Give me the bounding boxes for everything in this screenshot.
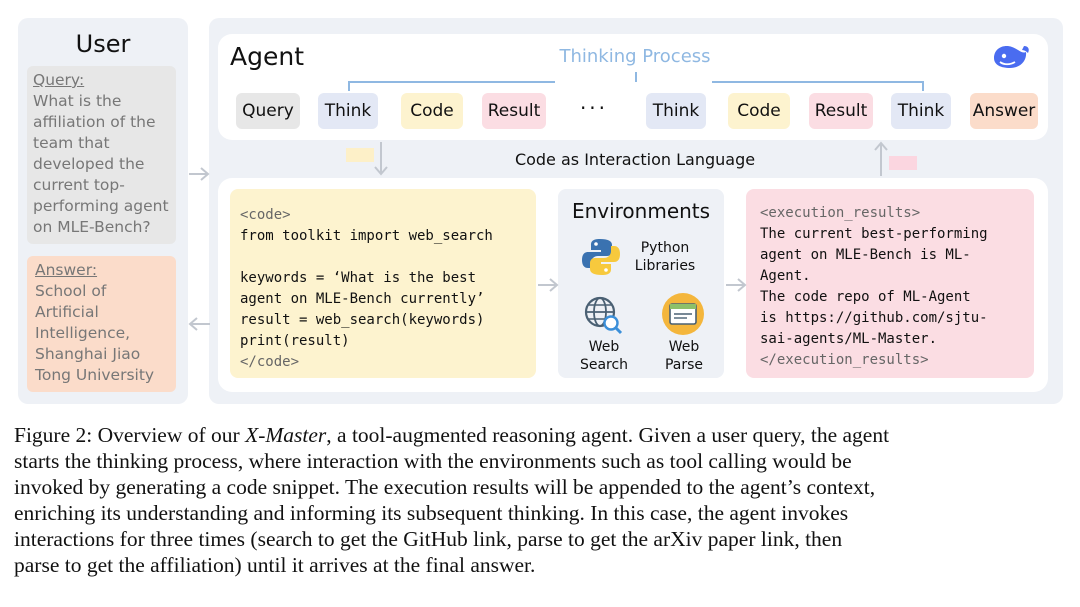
caption-line: Figure 2: Overview of our X-Master, a to… [14, 423, 890, 447]
caption-line: invoked by generating a code snippet. Th… [14, 475, 876, 499]
arrow-up [874, 141, 888, 176]
thinking-bracket [712, 81, 924, 91]
caption-line: starts the thinking process, where inter… [14, 449, 852, 473]
caption-line: enriching its understanding and informin… [14, 501, 849, 525]
caption-line: parse to get the affiliation) until it a… [14, 553, 536, 577]
arrow-user-to-agent [189, 167, 210, 181]
thinking-bracket [348, 81, 555, 91]
arrow-code-to-env [538, 278, 559, 292]
caption-line: interactions for three times (search to … [14, 527, 843, 551]
figure-caption: Figure 2: Overview of our X-Master, a to… [14, 422, 1070, 578]
arrow-down [374, 142, 388, 176]
arrow-env-to-results [726, 278, 747, 292]
caption-emphasis: X-Master [245, 423, 327, 447]
arrow-agent-to-answer [188, 317, 210, 331]
